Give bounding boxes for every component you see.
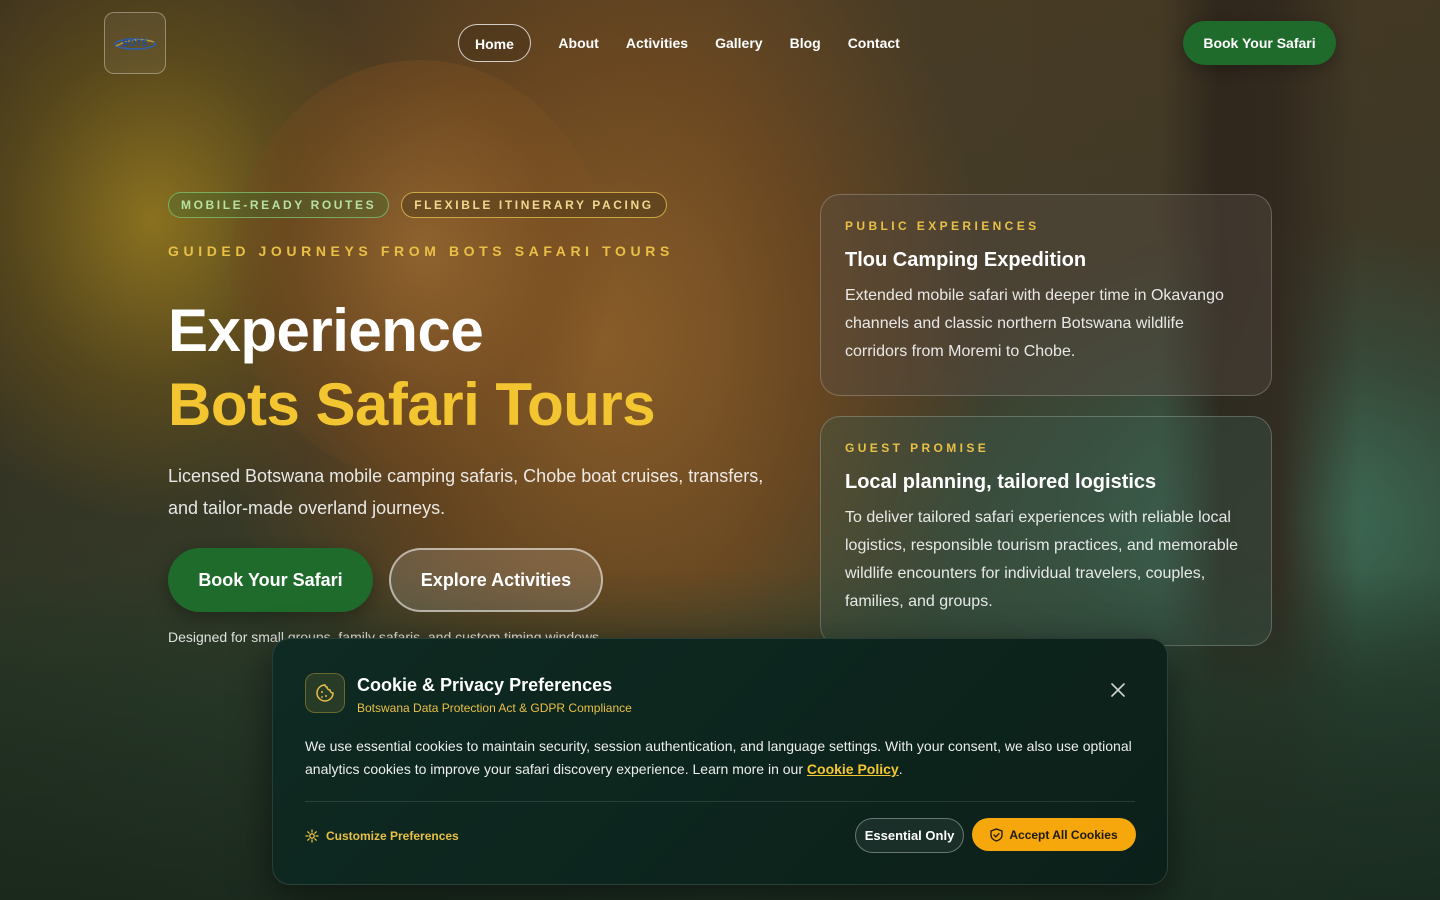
customize-label: Customize Preferences [326,829,459,843]
card-text: To deliver tailored safari experiences w… [845,509,1239,610]
hero-title: Experience Bots Safari Tours [168,294,656,442]
cookie-policy-link[interactable]: Cookie Policy [807,761,899,777]
nav-blog[interactable]: Blog [776,24,834,62]
cookie-body: We use essential cookies to maintain sec… [305,735,1139,781]
hero-eyebrow: GUIDED JOURNEYS FROM BOTS SAFARI TOURS [168,243,674,259]
nav-contact[interactable]: Contact [834,24,913,62]
card-title: Tlou Camping Expedition [845,249,1087,271]
shield-check-icon [990,827,1004,842]
accept-label: Accept All Cookies [1009,827,1118,842]
nav-activities[interactable]: Activities [612,24,701,62]
cookie-divider [305,801,1135,802]
customize-preferences-button[interactable]: Customize Preferences [305,825,459,847]
logo-text: BOTS [122,38,147,48]
cookie-subtitle: Botswana Data Protection Act & GDPR Comp… [357,701,632,715]
card-text: Extended mobile safari with deeper time … [845,287,1224,360]
card-title: Local planning, tailored logistics [845,471,1157,493]
hero-lead: Licensed Botswana mobile camping safaris… [168,466,764,518]
card-guest-promise: GUEST PROMISE Local planning, tailored l… [820,416,1272,646]
cookie-body-text: We use essential cookies to maintain sec… [305,738,1132,777]
card-eyebrow: GUEST PROMISE [845,441,990,455]
explore-activities-button[interactable]: Explore Activities [389,548,603,612]
logo-mark-icon: BOTS [114,38,156,50]
cookie-icon [305,673,345,713]
header-book-button[interactable]: Book Your Safari [1183,21,1336,65]
main-nav: Home About Activities Gallery Blog Conta… [458,24,913,62]
hero-tags: MOBILE-READY ROUTES FLEXIBLE ITINERARY P… [168,192,667,218]
essential-only-button[interactable]: Essential Only [855,818,964,853]
hero-title-line1: Experience [168,297,484,364]
close-icon[interactable] [1107,679,1129,701]
nav-about[interactable]: About [545,24,612,62]
card-public-experiences: PUBLIC EXPERIENCES Tlou Camping Expediti… [820,194,1272,396]
hero-book-button[interactable]: Book Your Safari [168,548,373,612]
card-eyebrow: PUBLIC EXPERIENCES [845,219,1040,233]
hero-title-line2: Bots Safari Tours [168,371,656,438]
cookie-body-end: . [898,761,903,777]
cookie-title: Cookie & Privacy Preferences [357,675,613,695]
nav-home[interactable]: Home [458,24,531,62]
nav-gallery[interactable]: Gallery [702,24,776,62]
cookie-banner: Cookie & Privacy Preferences Botswana Da… [272,638,1168,885]
site-logo[interactable]: BOTS [104,12,166,74]
accept-all-button[interactable]: Accept All Cookies [972,818,1136,851]
tag-flexible-pacing: FLEXIBLE ITINERARY PACING [401,192,667,218]
gear-icon [305,829,319,843]
tag-mobile-ready: MOBILE-READY ROUTES [168,192,390,218]
